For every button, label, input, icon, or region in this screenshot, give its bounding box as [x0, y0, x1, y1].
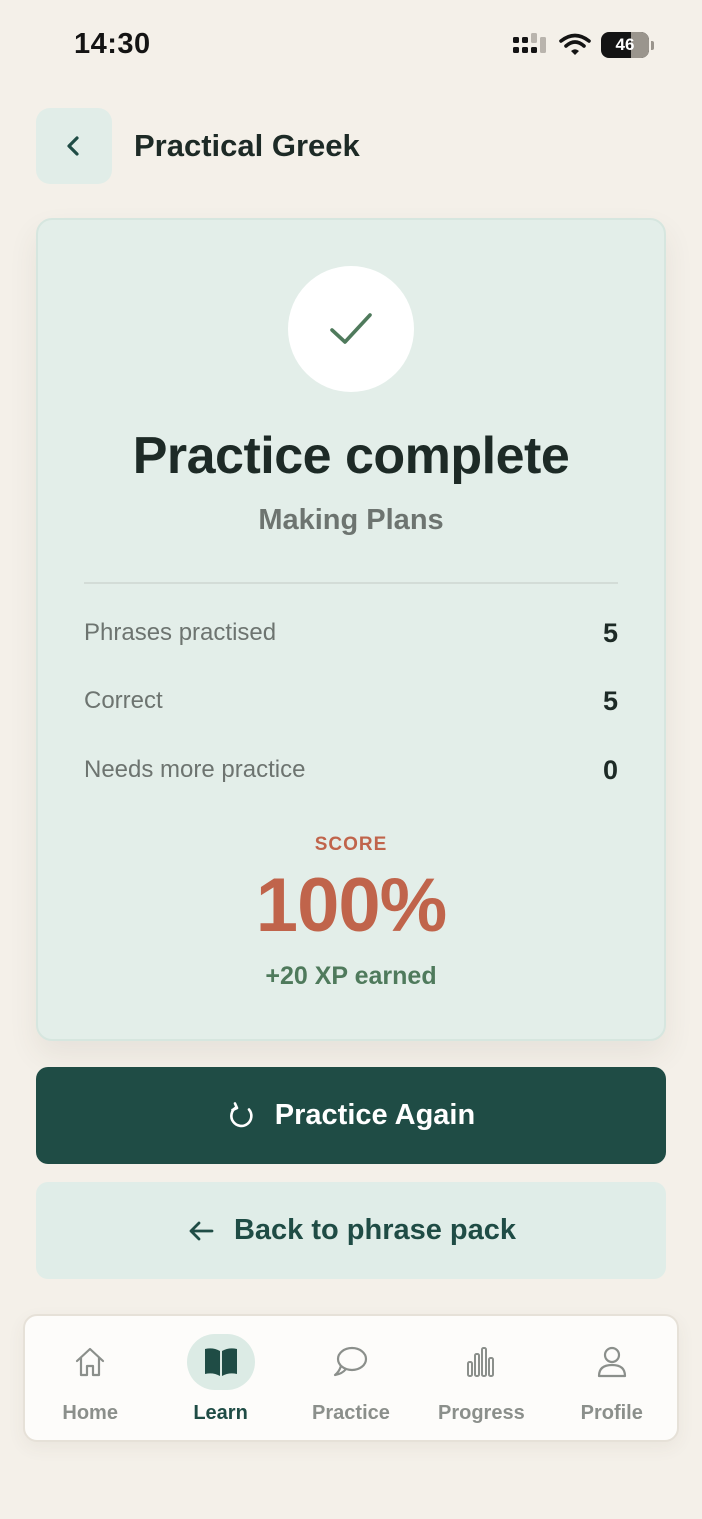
stat-value: 5	[602, 685, 618, 716]
bar-chart-icon	[467, 1347, 495, 1377]
tab-progress[interactable]: Progress	[421, 1316, 541, 1425]
status-time: 14:30	[74, 28, 151, 60]
page-title: Practical Greek	[134, 128, 360, 163]
score-label: SCORE	[314, 834, 388, 855]
stat-value: 5	[602, 617, 618, 648]
stat-label: Correct	[84, 687, 163, 714]
divider	[84, 582, 618, 584]
practice-again-button[interactable]: Practice Again	[36, 1067, 666, 1164]
stat-row-needs-practice: Needs more practice 0	[84, 750, 618, 790]
refresh-icon	[229, 1101, 253, 1127]
tab-learn[interactable]: Learn	[161, 1316, 281, 1425]
stat-value: 0	[602, 754, 618, 785]
stat-row-phrases: Phrases practised 5	[84, 613, 618, 653]
tab-home[interactable]: Home	[30, 1316, 150, 1425]
practice-again-label: Practice Again	[274, 1099, 476, 1131]
header: Practical Greek	[36, 108, 666, 184]
status-bar: 14:30 46	[0, 0, 702, 90]
person-icon	[597, 1346, 626, 1378]
tab-label: Home	[62, 1402, 118, 1424]
tab-label: Progress	[438, 1402, 525, 1424]
status-icons: 46	[513, 32, 654, 58]
back-to-phrase-pack-button[interactable]: Back to phrase pack	[36, 1182, 666, 1279]
tab-label: Practice	[312, 1402, 390, 1424]
result-card: Practice complete Making Plans Phrases p…	[36, 218, 666, 1041]
chat-bubbles-icon	[333, 1346, 368, 1377]
cellular-signal-icon	[513, 33, 546, 53]
back-to-phrase-pack-label: Back to phrase pack	[233, 1214, 517, 1246]
battery-icon: 46	[601, 32, 649, 58]
tab-bar: Home Learn Practice Progress Profile	[23, 1314, 679, 1442]
back-button[interactable]	[36, 108, 112, 184]
wifi-icon	[559, 33, 591, 55]
tab-practice[interactable]: Practice	[291, 1316, 411, 1425]
tab-label: Learn	[193, 1402, 248, 1424]
stat-label: Needs more practice	[84, 756, 306, 783]
score-value: 100%	[255, 863, 447, 948]
stat-label: Phrases practised	[84, 619, 277, 646]
result-subtitle: Making Plans	[258, 504, 444, 536]
result-title: Practice complete	[132, 427, 570, 485]
chevron-left-icon	[67, 136, 79, 156]
xp-earned: +20 XP earned	[265, 962, 437, 990]
checkmark-icon	[330, 313, 372, 344]
stat-row-correct: Correct 5	[84, 681, 618, 721]
book-icon	[204, 1348, 237, 1376]
arrow-left-icon	[189, 1221, 214, 1240]
tab-profile[interactable]: Profile	[552, 1316, 672, 1425]
battery-level: 46	[615, 35, 635, 54]
check-circle	[288, 266, 414, 392]
tab-label: Profile	[580, 1402, 643, 1424]
home-icon	[76, 1347, 105, 1377]
